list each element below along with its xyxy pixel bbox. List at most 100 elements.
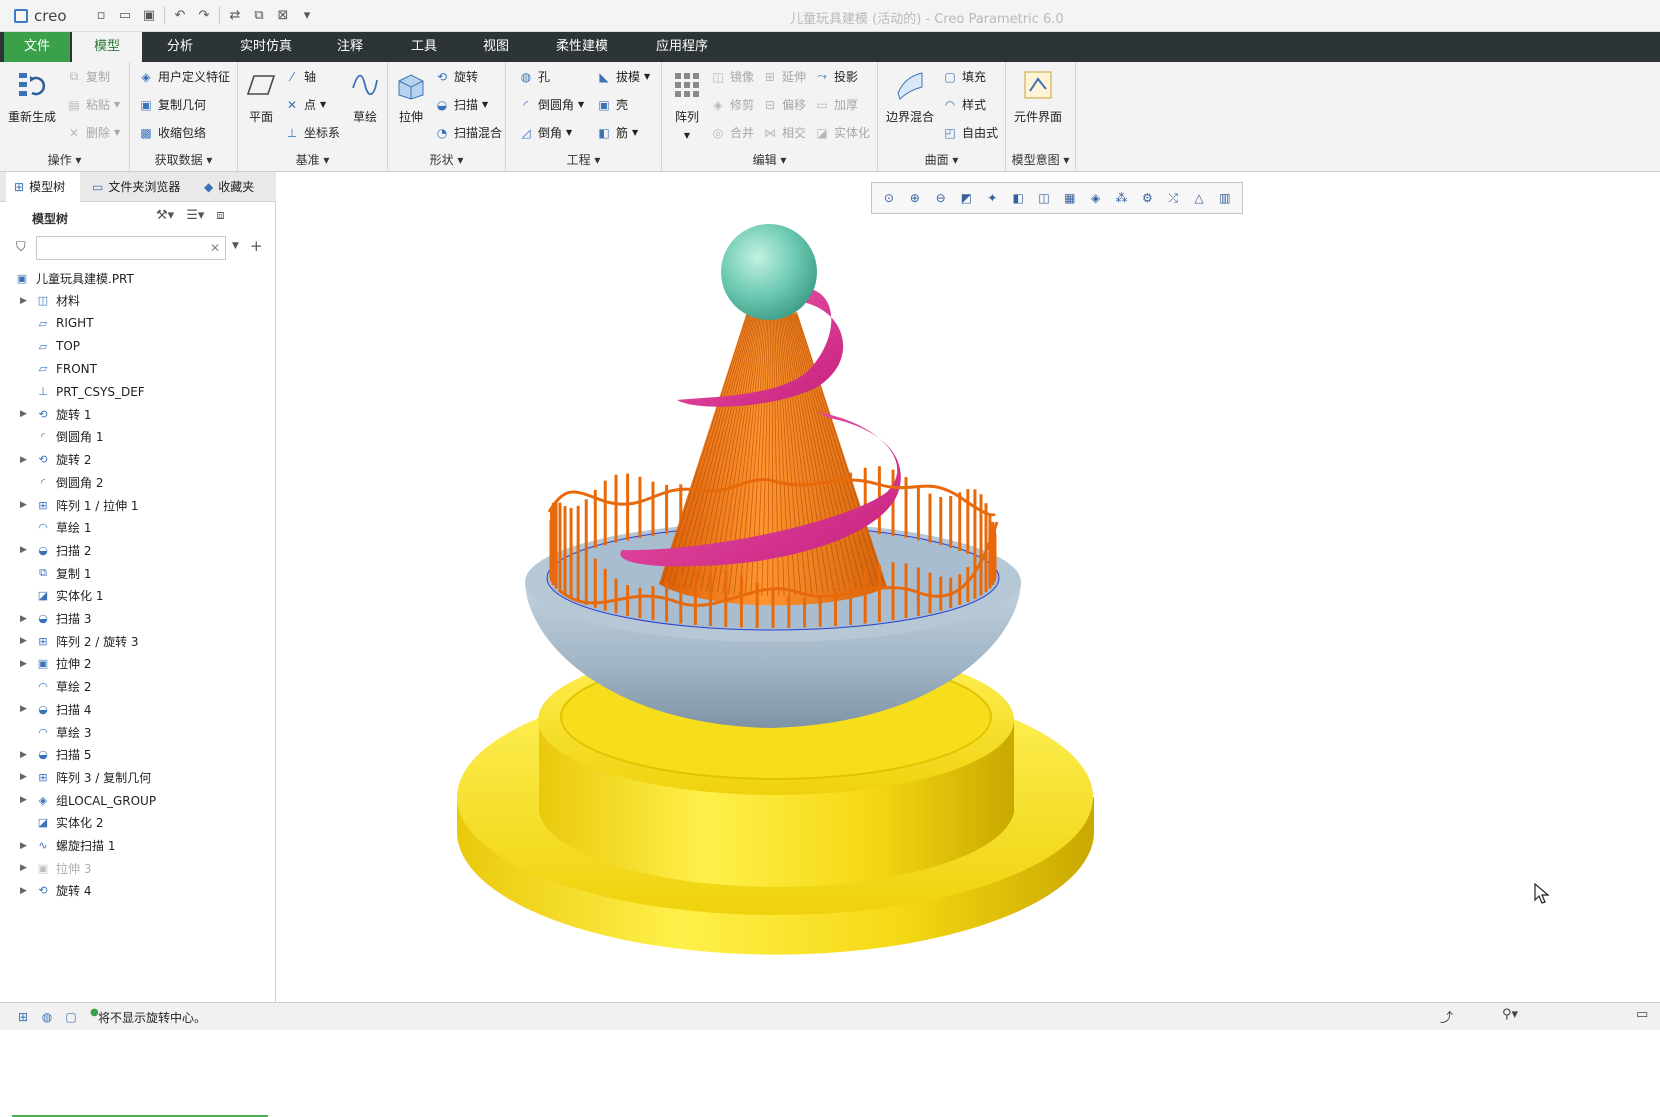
tree-item[interactable]: ▶ ▣ 拉伸 2 [0, 652, 276, 676]
group-label-model-intent[interactable]: 模型意图 ▾ [1006, 151, 1075, 168]
expand-arrow-icon[interactable]: ▶ [20, 545, 30, 555]
datum-display-icon[interactable]: ⁂ [1112, 188, 1132, 208]
revolve-button[interactable]: ⟲ 旋转 [434, 68, 478, 85]
display-style-icon[interactable]: ◧ [1008, 188, 1028, 208]
open-icon[interactable]: ▭ [116, 6, 134, 24]
tree-item[interactable]: ▶ ◒ 扫描 5 [0, 743, 276, 767]
tab-file[interactable]: 文件 [4, 32, 70, 62]
tree-item[interactable]: ▶ ◈ 组LOCAL_GROUP [0, 788, 276, 812]
group-label-get-data[interactable]: 获取数据 ▾ [130, 151, 237, 168]
chamfer-button[interactable]: ◿ 倒角 ▼ [518, 124, 572, 141]
project-button[interactable]: ⤳ 投影 [814, 68, 858, 85]
zoom-out-icon[interactable]: ⊖ [931, 188, 951, 208]
copy-geometry-button[interactable]: ▣ 复制几何 [138, 96, 206, 113]
rib-button[interactable]: ◧ 筋 ▼ [596, 124, 638, 141]
expand-arrow-icon[interactable]: ▶ [20, 841, 30, 851]
boundary-blend-button[interactable]: 边界混合 [886, 68, 934, 125]
sketch-button[interactable]: 草绘 [348, 68, 382, 125]
show-browser-icon[interactable]: ◍ [38, 1008, 56, 1026]
tab-folder-browser[interactable]: ▭ 文件夹浏览器 [84, 172, 194, 202]
spin-center-icon[interactable]: ✦ [982, 188, 1002, 208]
new-icon[interactable]: ▫ [92, 6, 110, 24]
tab-flexible-modeling[interactable]: 柔性建模 [540, 32, 624, 62]
full-screen-icon[interactable]: ▢ [62, 1008, 80, 1026]
tab-applications[interactable]: 应用程序 [636, 32, 728, 62]
csys-button[interactable]: ⊥ 坐标系 [284, 124, 340, 141]
udf-button[interactable]: ◈ 用户定义特征 [138, 68, 230, 85]
save-icon[interactable]: ▣ [140, 6, 158, 24]
expand-arrow-icon[interactable]: ▶ [20, 296, 30, 306]
tab-annotate[interactable]: 注释 [320, 32, 380, 62]
show-navigator-icon[interactable]: ⊞ [14, 1008, 32, 1026]
tab-tools[interactable]: 工具 [394, 32, 454, 62]
extend-button[interactable]: ⊞ 延伸 [762, 68, 806, 85]
component-interface-button[interactable]: 元件界面 [1014, 68, 1062, 125]
tree-item[interactable]: ▶ ◒ 扫描 2 [0, 538, 276, 562]
tab-analysis[interactable]: 分析 [150, 32, 210, 62]
expand-arrow-icon[interactable]: ▶ [20, 500, 30, 510]
tree-item[interactable]: ▶ ⊞ 阵列 2 / 旋转 3 [0, 629, 276, 653]
regenerate-icon[interactable]: ⇄ [226, 6, 244, 24]
extrude-button[interactable]: 拉伸 [394, 68, 428, 125]
expand-arrow-icon[interactable]: ▶ [20, 409, 30, 419]
copy-button[interactable]: ⧉ 复制 [66, 68, 110, 85]
annotation-display-icon[interactable]: ⚙ [1137, 188, 1157, 208]
round-button[interactable]: ◜ 倒圆角 ▼ [518, 96, 585, 113]
selection-filter-icon[interactable]: ▭ [1636, 1007, 1648, 1022]
sphere[interactable] [721, 224, 817, 320]
expand-arrow-icon[interactable]: ▶ [20, 659, 30, 669]
tab-model[interactable]: 模型 [72, 32, 142, 62]
axis-button[interactable]: ⁄ 轴 [284, 68, 316, 85]
tree-item[interactable]: ▱ FRONT [0, 357, 276, 381]
windows-icon[interactable]: ⧉ [250, 6, 268, 24]
tree-item[interactable]: ◠ 草绘 2 [0, 675, 276, 699]
group-label-surfaces[interactable]: 曲面 ▾ [878, 151, 1005, 168]
tree-item[interactable]: ▶ ⟲ 旋转 4 [0, 879, 276, 903]
group-label-shapes[interactable]: 形状 ▾ [388, 151, 505, 168]
tab-model-tree[interactable]: ⊞ 模型树 [6, 172, 80, 202]
tree-item[interactable]: ◪ 实体化 1 [0, 584, 276, 608]
saved-orientations-icon[interactable]: ◫ [1034, 188, 1054, 208]
tree-item[interactable]: ▶ ◒ 扫描 3 [0, 607, 276, 631]
delete-button[interactable]: ✕ 删除 ▼ [66, 124, 120, 141]
draft-button[interactable]: ◣ 拔模 ▼ [596, 68, 650, 85]
expand-arrow-icon[interactable]: ▶ [20, 772, 30, 782]
appearance-icon[interactable]: △ [1189, 188, 1209, 208]
intersect-button[interactable]: ⋈ 相交 [762, 124, 806, 141]
tree-item[interactable]: ▱ TOP [0, 334, 276, 358]
tree-item[interactable]: ▶ ▣ 拉伸 3 [0, 856, 276, 880]
tree-item[interactable]: ⧉ 复制 1 [0, 561, 276, 585]
tree-item[interactable]: ▶ ⊞ 阵列 3 / 复制几何 [0, 765, 276, 789]
spin-toggle-icon[interactable]: ⤮ [1163, 188, 1183, 208]
expand-arrow-icon[interactable]: ▶ [20, 750, 30, 760]
tree-item[interactable]: ◜ 倒圆角 2 [0, 470, 276, 494]
tree-item[interactable]: ◜ 倒圆角 1 [0, 425, 276, 449]
plane-button[interactable]: 平面 [244, 68, 278, 125]
freestyle-button[interactable]: ◰ 自由式 [942, 124, 998, 141]
tree-search-input[interactable] [36, 236, 226, 260]
customize-icon[interactable]: ▾ [298, 6, 316, 24]
paste-button[interactable]: ▤ 粘贴 ▼ [66, 96, 120, 113]
merge-button[interactable]: ◎ 合并 [710, 124, 754, 141]
expand-arrow-icon[interactable]: ▶ [20, 614, 30, 624]
sweep-button[interactable]: ◒ 扫描 ▼ [434, 96, 488, 113]
hole-button[interactable]: ◍ 孔 [518, 68, 550, 85]
close-window-icon[interactable]: ⊠ [274, 6, 292, 24]
view-manager-icon[interactable]: ▦ [1060, 188, 1080, 208]
tree-root[interactable]: ▣ 儿童玩具建模.PRT [0, 266, 276, 290]
group-label-operations[interactable]: 操作 ▾ [0, 151, 129, 168]
solidify-button[interactable]: ◪ 实体化 [814, 124, 870, 141]
shell-button[interactable]: ▣ 壳 [596, 96, 628, 113]
tree-item[interactable]: ▶ ◒ 扫描 4 [0, 697, 276, 721]
spin-center-status-icon[interactable]: ⤴ [1440, 1007, 1453, 1026]
undo-icon[interactable]: ↶ [171, 6, 189, 24]
tree-item[interactable]: ▶ ◫ 材料 [0, 289, 276, 313]
expand-arrow-icon[interactable]: ▶ [20, 704, 30, 714]
graphics-window[interactable]: ⊙ ⊕ ⊖ ◩ ✦ ◧ ◫ ▦ ◈ ⁂ ⚙ ⤮ △ ▥ [277, 172, 1660, 1002]
find-icon[interactable]: ⚲▾ [1502, 1007, 1518, 1022]
regenerate-button[interactable]: 重新生成 [8, 68, 56, 125]
expand-arrow-icon[interactable]: ▶ [20, 886, 30, 896]
expand-arrow-icon[interactable]: ▶ [20, 455, 30, 465]
offset-button[interactable]: ⊟ 偏移 [762, 96, 806, 113]
tab-simulation[interactable]: 实时仿真 [226, 32, 306, 62]
